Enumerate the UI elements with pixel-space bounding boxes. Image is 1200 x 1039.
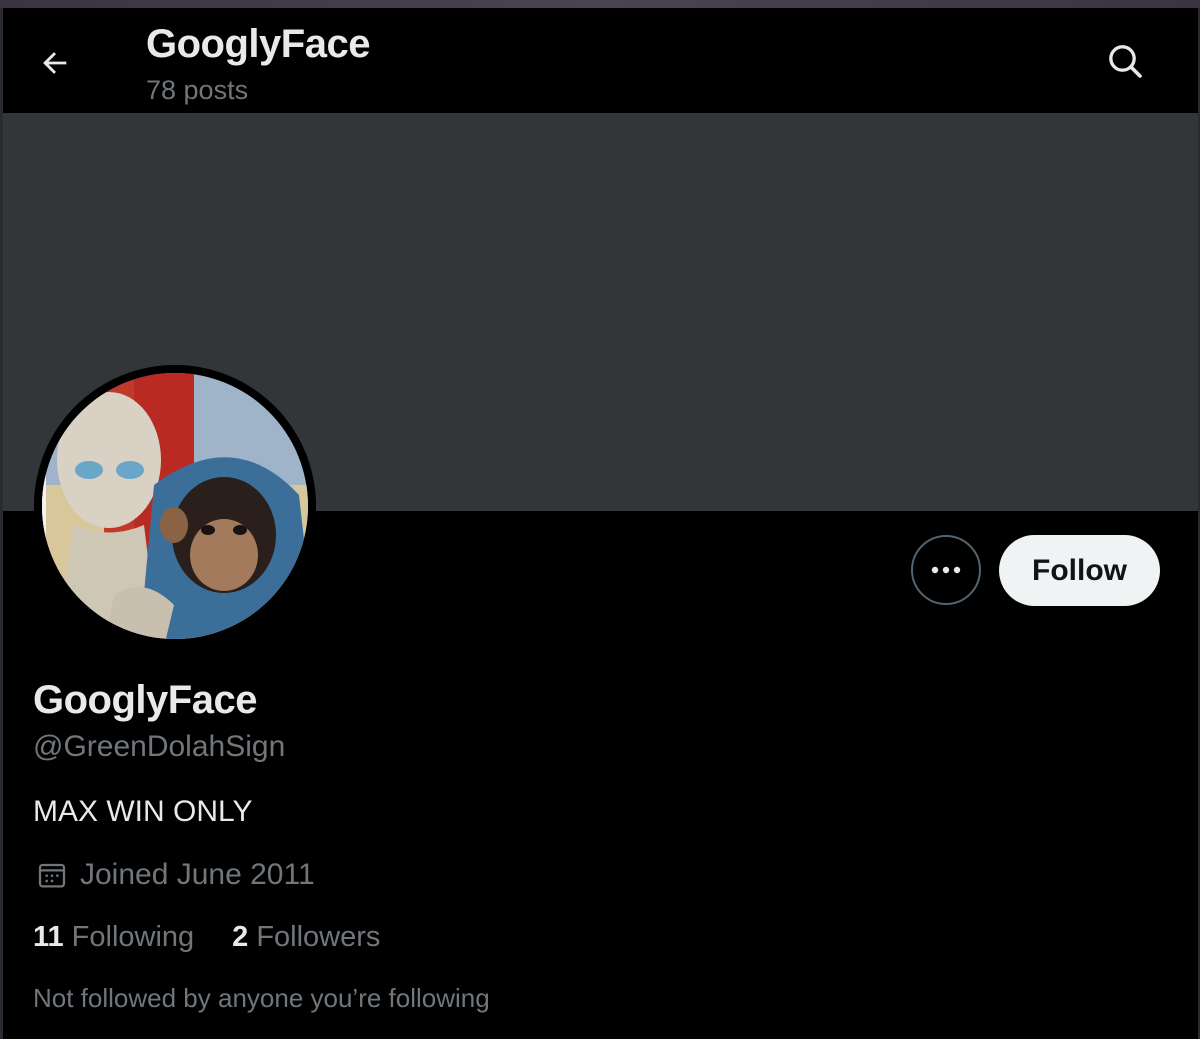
follow-stats: 11 Following 2 Followers: [33, 921, 418, 954]
followers-count: 2: [232, 921, 249, 953]
header-title: GooglyFace: [146, 22, 370, 66]
followers-link[interactable]: 2 Followers: [232, 921, 380, 954]
back-button[interactable]: [33, 41, 77, 85]
search-icon: [1109, 45, 1142, 78]
joined-text: Joined June 2011: [80, 858, 315, 891]
arrow-left-icon: [43, 52, 67, 74]
profile-handle: @GreenDolahSign: [33, 730, 286, 763]
more-horizontal-icon: [931, 566, 961, 574]
calendar-icon: [38, 863, 66, 888]
following-label: Following: [71, 921, 195, 953]
window-frame-top: [0, 0, 1200, 8]
profile-header-bar: GooglyFace 78 posts: [3, 8, 1198, 113]
avatar[interactable]: [34, 365, 316, 647]
more-options-button[interactable]: [911, 535, 981, 605]
avatar-image: [34, 365, 316, 647]
followers-label: Followers: [256, 921, 381, 953]
profile-bio: MAX WIN ONLY: [33, 795, 253, 828]
search-button[interactable]: [1102, 38, 1148, 84]
following-count: 11: [33, 921, 64, 953]
header-posts-count: 78 posts: [146, 75, 249, 105]
joined-date: Joined June 2011: [36, 858, 315, 892]
following-link[interactable]: 11 Following: [33, 921, 194, 954]
profile-name: GooglyFace: [33, 678, 257, 722]
follow-button[interactable]: Follow: [999, 535, 1160, 606]
not-followed-notice: Not followed by anyone you’re following: [33, 983, 490, 1013]
